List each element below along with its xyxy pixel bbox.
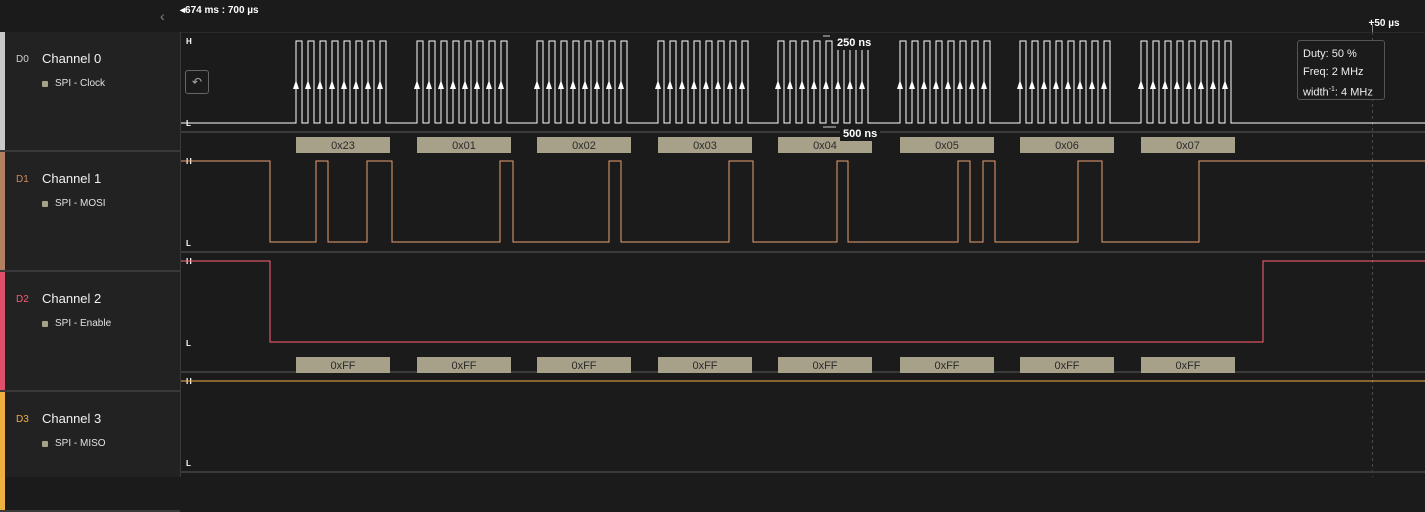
width-suffix: : 4 MHz	[1334, 86, 1373, 99]
channel-analyzer[interactable]: SPI - MOSI	[42, 198, 106, 209]
width-readout: width-1: 4 MHz	[1303, 81, 1384, 102]
waveform-canvas: HLHLHLHL0x230x010x020x030x040x050x060x07…	[181, 32, 1425, 477]
level-low-label-1: L	[186, 239, 191, 248]
time-ruler[interactable]: ‹ ◂674 ms : 700 µs +50 µs+60 µs+70 µs+80…	[0, 0, 1425, 33]
channel-row-2[interactable]: D2 Channel 2 SPI - Enable	[0, 272, 180, 392]
level-low-label-3: L	[186, 459, 191, 468]
channel-row-1[interactable]: D1 Channel 1 SPI - MOSI	[0, 152, 180, 272]
waveform-area[interactable]: HLHLHLHL0x230x010x020x030x040x050x060x07…	[181, 32, 1425, 477]
ruler-ticks: +50 µs+60 µs+70 µs+80 µs+90 µs	[1369, 18, 1401, 32]
undo-icon: ↶	[191, 75, 203, 89]
channel-color-strip	[0, 392, 5, 510]
mosi-byte-label: 0x03	[693, 140, 717, 152]
analyzer-dot-icon	[42, 320, 48, 327]
analyzer-dot-icon	[42, 440, 48, 447]
channel-color-strip	[0, 32, 5, 150]
duty-readout: Duty: 50 %	[1303, 48, 1357, 60]
mosi-byte-label: 0x02	[572, 140, 596, 152]
clock-measurement-tooltip: Duty: 50 % Freq: 2 MHz width-1: 4 MHz	[1297, 40, 1385, 100]
analyzer-dot-icon	[42, 200, 48, 207]
channel-name[interactable]: Channel 3	[42, 411, 101, 426]
channel-id: D0	[16, 54, 29, 65]
channel-row-3[interactable]: D3 Channel 3 SPI - MISO	[0, 392, 180, 512]
miso-byte-label: 0xFF	[571, 360, 596, 372]
channel-color-strip	[0, 152, 5, 270]
channel-name[interactable]: Channel 0	[42, 51, 101, 66]
mosi-waveform	[181, 160, 1425, 243]
level-high-label-0: H	[186, 37, 192, 46]
freq-readout: Freq: 2 MHz	[1303, 66, 1364, 78]
period-label: 500 ns	[840, 127, 881, 141]
miso-byte-label: 0xFF	[330, 360, 355, 372]
clock-waveform	[181, 40, 1425, 124]
width-prefix: width	[1303, 86, 1329, 99]
channel-id: D2	[16, 294, 29, 305]
channel-list: D0 Channel 0 SPI - Clock D1 Channel 1 SPI - M…	[0, 32, 181, 512]
channel-name[interactable]: Channel 2	[42, 291, 101, 306]
channel-id: D3	[16, 414, 29, 425]
analyzer-label: SPI - Clock	[55, 78, 106, 89]
mosi-byte-label: 0x07	[1176, 140, 1200, 152]
analyzer-label: SPI - MOSI	[55, 198, 106, 209]
mosi-byte-label: 0x23	[331, 140, 355, 152]
analyzer-label: SPI - Enable	[55, 318, 112, 329]
channel-row-0[interactable]: D0 Channel 0 SPI - Clock	[0, 32, 180, 152]
ruler-tick-label-0: +50 µs	[1369, 18, 1401, 29]
miso-byte-label: 0xFF	[692, 360, 717, 372]
level-low-label-2: L	[186, 339, 191, 348]
miso-byte-label: 0xFF	[1054, 360, 1079, 372]
mosi-byte-label: 0x01	[452, 140, 476, 152]
mosi-byte-label: 0x06	[1055, 140, 1079, 152]
miso-byte-label: 0xFF	[451, 360, 476, 372]
channel-name[interactable]: Channel 1	[42, 171, 101, 186]
miso-byte-label: 0xFF	[1175, 360, 1200, 372]
miso-byte-label: 0xFF	[812, 360, 837, 372]
half-period-label: 250 ns	[834, 36, 875, 50]
enable-waveform	[181, 260, 1425, 343]
channel-id: D1	[16, 174, 29, 185]
analyzer-dot-icon	[42, 80, 48, 87]
channel-color-strip	[0, 272, 5, 390]
channel-analyzer[interactable]: SPI - Enable	[42, 318, 111, 329]
miso-byte-label: 0xFF	[934, 360, 959, 372]
undo-button[interactable]: ↶	[185, 70, 209, 94]
channel-analyzer[interactable]: SPI - Clock	[42, 78, 105, 89]
channel-analyzer[interactable]: SPI - MISO	[42, 438, 106, 449]
mosi-byte-label: 0x05	[935, 140, 959, 152]
analyzer-label: SPI - MISO	[55, 438, 106, 449]
mosi-byte-label: 0x04	[813, 140, 837, 152]
